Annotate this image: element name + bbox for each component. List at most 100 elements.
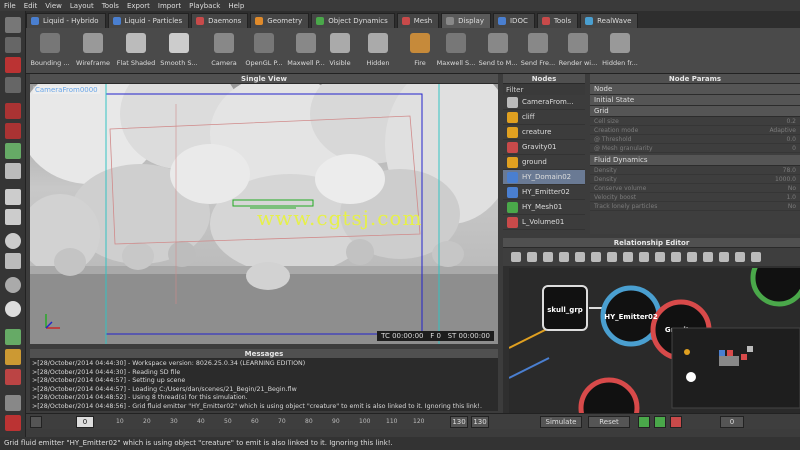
param-section-grid[interactable]: Grid <box>590 106 800 117</box>
shelf-button-11[interactable]: Send to M... <box>476 31 520 71</box>
node-item[interactable]: L_Volume01 <box>503 215 585 230</box>
transform-icon[interactable] <box>5 143 21 159</box>
shelf-button-14[interactable]: Hidden fr... <box>598 31 642 71</box>
node-item[interactable]: HY_Domain02 <box>503 170 585 185</box>
list-icon[interactable] <box>559 252 569 262</box>
shelf-button-4[interactable]: Camera <box>202 31 246 71</box>
menu-item-edit[interactable]: Edit <box>24 2 38 10</box>
param-value[interactable]: 78.0 <box>783 166 796 174</box>
tab-tools[interactable]: Tools <box>536 13 579 28</box>
record-button[interactable] <box>654 416 666 428</box>
param-row[interactable]: Track lonely particles No <box>590 202 800 211</box>
node-item[interactable]: creature <box>503 125 585 140</box>
zoom-icon[interactable] <box>671 252 681 262</box>
frame-icon[interactable] <box>687 252 697 262</box>
param-section-node[interactable]: Node <box>590 84 800 95</box>
cylinder-icon[interactable] <box>5 253 21 269</box>
tab-object-dynamics[interactable]: Object Dynamics <box>311 13 395 28</box>
scale-icon[interactable] <box>5 77 21 93</box>
shelf-button-12[interactable]: Send Fre... <box>516 31 560 71</box>
param-section-fluid[interactable]: Fluid Dynamics <box>590 155 800 166</box>
stop-button[interactable] <box>670 416 682 428</box>
node-item[interactable]: Gravity01 <box>503 140 585 155</box>
param-section-initial-state[interactable]: Initial State <box>590 95 800 106</box>
color-icon[interactable] <box>703 252 713 262</box>
menu-item-layout[interactable]: Layout <box>70 2 94 10</box>
menu-item-tools[interactable]: Tools <box>102 2 119 10</box>
filter-row[interactable]: Filter <box>503 84 585 95</box>
paint-icon[interactable] <box>5 369 21 385</box>
group-icon[interactable] <box>607 252 617 262</box>
tab-liquid-particles[interactable]: Liquid - Particles <box>107 13 190 28</box>
param-row[interactable]: Density 78.0 <box>590 166 800 175</box>
param-row[interactable]: Density 1000.0 <box>590 175 800 184</box>
relationship-graph[interactable]: skull_grp HY_Emitter02 Gravit... <box>509 268 800 428</box>
end-frame-b[interactable]: 130 <box>471 416 489 428</box>
shelf-button-1[interactable]: Wireframe <box>71 31 115 71</box>
link-icon[interactable] <box>5 123 21 139</box>
tab-realwave[interactable]: RealWave <box>580 13 639 28</box>
menu-item-import[interactable]: Import <box>158 2 181 10</box>
menu-item-help[interactable]: Help <box>228 2 244 10</box>
grid-icon[interactable] <box>543 252 553 262</box>
reset-button[interactable]: Reset <box>588 416 630 428</box>
menu-item-view[interactable]: View <box>45 2 62 10</box>
select-icon[interactable] <box>5 17 21 33</box>
shelf-button-13[interactable]: Render wi... <box>556 31 600 71</box>
node-item[interactable]: HY_Emitter02 <box>503 185 585 200</box>
tab-geometry[interactable]: Geometry <box>250 13 310 28</box>
param-row[interactable]: @ Mesh granularity 0 <box>590 144 800 153</box>
param-row[interactable]: Conserve volume No <box>590 184 800 193</box>
graph-node-emitter[interactable]: HY_Emitter02 <box>604 313 658 321</box>
viewport[interactable]: CameraFrom0000 www.cgtsj.com TC 00:00:00… <box>30 84 498 344</box>
move-icon[interactable] <box>5 37 21 53</box>
param-value[interactable]: 1.0 <box>786 193 796 201</box>
remove-icon[interactable] <box>655 252 665 262</box>
collapse-icon[interactable] <box>751 252 761 262</box>
shelf-button-2[interactable]: Flat Shaded <box>114 31 158 71</box>
node-item[interactable]: HY_Mesh01 <box>503 200 585 215</box>
param-row[interactable]: Creation mode Adaptive <box>590 126 800 135</box>
cube-icon[interactable] <box>5 189 21 205</box>
connect-icon[interactable] <box>623 252 633 262</box>
node-item[interactable]: CameraFrom... <box>503 95 585 110</box>
tab-mesh[interactable]: Mesh <box>396 13 440 28</box>
param-value[interactable]: 0 <box>792 144 796 152</box>
param-value[interactable]: No <box>788 202 796 210</box>
layout-icon[interactable] <box>591 252 601 262</box>
param-value[interactable]: No <box>788 184 796 192</box>
tab-liquid-hybrido[interactable]: Liquid - Hybrido <box>26 13 106 28</box>
param-row[interactable]: @ Threshold 0.0 <box>590 135 800 144</box>
simulate-button[interactable]: Simulate <box>540 416 582 428</box>
graph-node-skull[interactable]: skull_grp <box>547 306 583 314</box>
tab-display[interactable]: Display <box>441 13 491 28</box>
play-button[interactable] <box>638 416 650 428</box>
torus-icon[interactable] <box>5 277 21 293</box>
filter-icon[interactable] <box>575 252 585 262</box>
tab-daemons[interactable]: Daemons <box>191 13 249 28</box>
save-icon[interactable] <box>5 415 21 431</box>
refresh-icon[interactable] <box>527 252 537 262</box>
sphere2-icon[interactable] <box>5 301 21 317</box>
end-frame-a[interactable]: 130 <box>450 416 468 428</box>
param-value[interactable]: 0.2 <box>786 117 796 125</box>
shelf-button-5[interactable]: OpenGL P... <box>242 31 286 71</box>
tab-idoc[interactable]: IDOC <box>492 13 535 28</box>
shelf-button-10[interactable]: Maxwell S... <box>434 31 478 71</box>
add-icon[interactable] <box>639 252 649 262</box>
cut-icon[interactable] <box>5 103 21 119</box>
node-item[interactable]: cliff <box>503 110 585 125</box>
param-value[interactable]: 0.0 <box>786 135 796 143</box>
node-add-icon[interactable] <box>719 252 729 262</box>
menu-item-playback[interactable]: Playback <box>189 2 220 10</box>
menu-item-export[interactable]: Export <box>127 2 150 10</box>
current-frame-field[interactable]: 0 <box>76 416 94 428</box>
node-item[interactable]: ground <box>503 155 585 170</box>
brush-icon[interactable] <box>5 329 21 345</box>
shelf-button-3[interactable]: Smooth S... <box>157 31 201 71</box>
param-row[interactable]: Velocity boost 1.0 <box>590 193 800 202</box>
param-value[interactable]: Adaptive <box>769 126 796 134</box>
frame-field[interactable]: 0 <box>720 416 744 428</box>
expand-icon[interactable] <box>735 252 745 262</box>
shelf-button-8[interactable]: Hidden <box>356 31 400 71</box>
